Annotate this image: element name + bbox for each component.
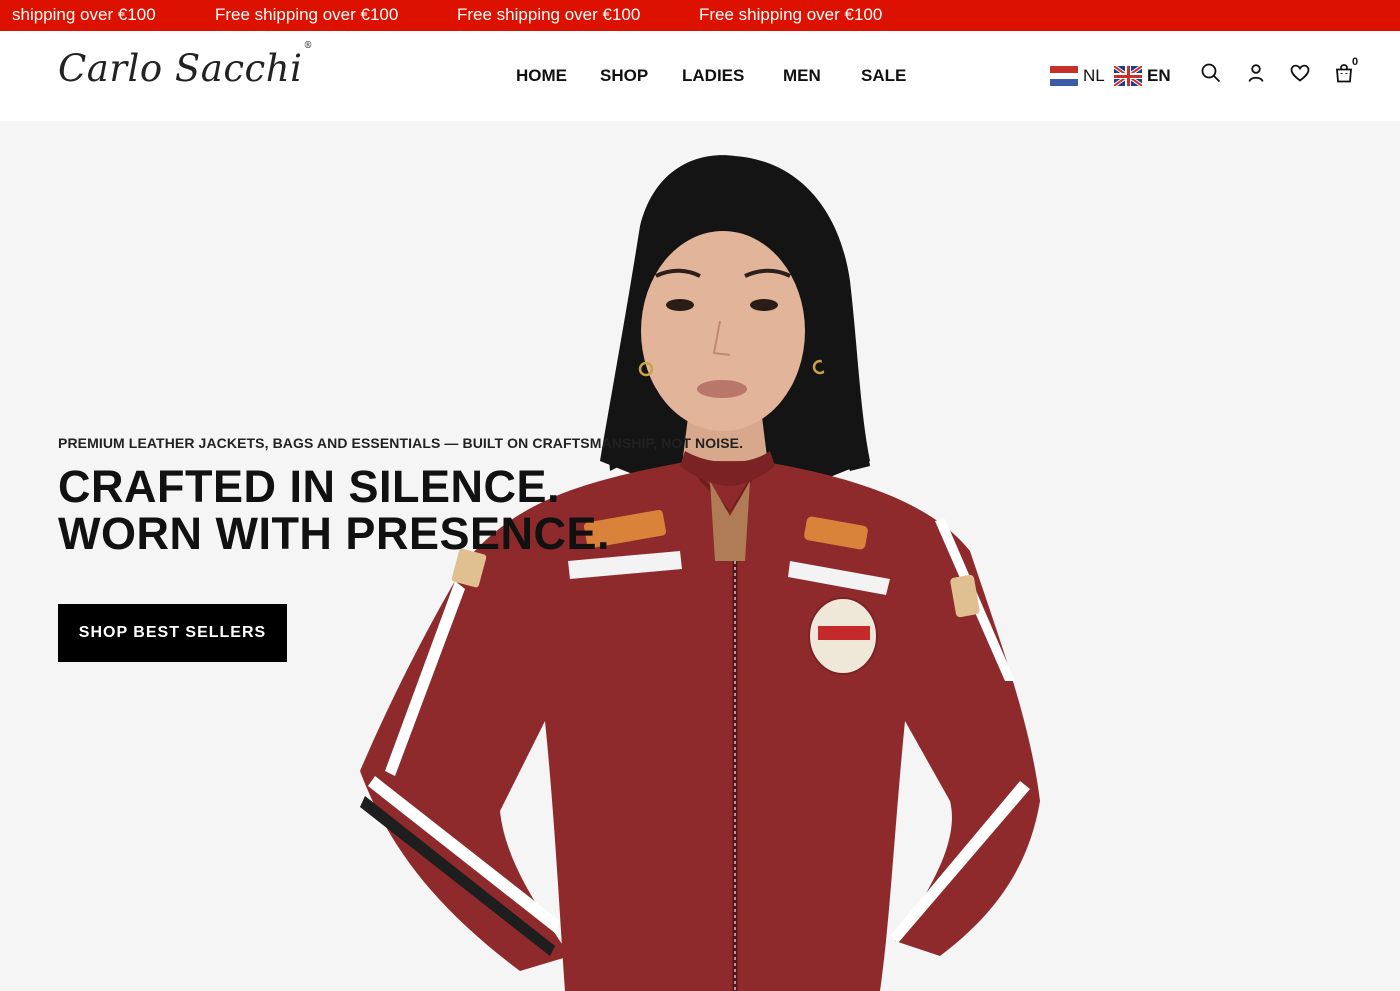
search-icon[interactable] [1199,61,1223,85]
site-header: Carlo Sacchi® HOME SHOP LADIES MEN SALE … [0,31,1400,121]
nav-ladies[interactable]: LADIES [682,66,744,86]
brand-logo[interactable]: Carlo Sacchi® [58,41,312,90]
announcement-message: Free shipping over €100 [215,5,399,24]
announcement-message: Free shipping over €100 [699,5,883,24]
nav-home[interactable]: HOME [516,66,567,86]
language-switch-nl[interactable]: NL [1050,65,1105,87]
account-icon[interactable] [1244,61,1268,85]
hero-tagline: PREMIUM LEATHER JACKETS, BAGS AND ESSENT… [58,435,744,451]
language-code-en: EN [1147,66,1171,85]
hero-headline-line-2: WORN WITH PRESENCE. [58,508,611,559]
nav-sale[interactable]: SALE [861,66,906,86]
registered-mark: ® [303,40,313,51]
language-switch-en[interactable]: EN [1114,65,1171,87]
announcement-bar: shipping over €100 Free shipping over €1… [0,0,1400,31]
brand-logo-text: Carlo Sacchi [58,47,303,90]
nav-men[interactable]: MEN [783,66,821,86]
announcement-message: Free shipping over €100 [457,5,641,24]
language-code-nl: NL [1083,66,1105,85]
nav-shop[interactable]: SHOP [600,66,648,86]
hero-headline: CRAFTED IN SILENCE. WORN WITH PRESENCE. [58,463,610,557]
netherlands-flag-icon [1050,66,1078,86]
shop-best-sellers-button[interactable]: SHOP BEST SELLERS [58,604,287,662]
hero-banner: PREMIUM LEATHER JACKETS, BAGS AND ESSENT… [0,121,1400,991]
united-kingdom-flag-icon [1114,66,1142,86]
announcement-message: shipping over €100 [12,5,156,24]
cart-count-badge: 0 [1352,56,1359,68]
heart-icon[interactable] [1288,61,1312,85]
hero-headline-line-1: CRAFTED IN SILENCE. [58,461,561,512]
